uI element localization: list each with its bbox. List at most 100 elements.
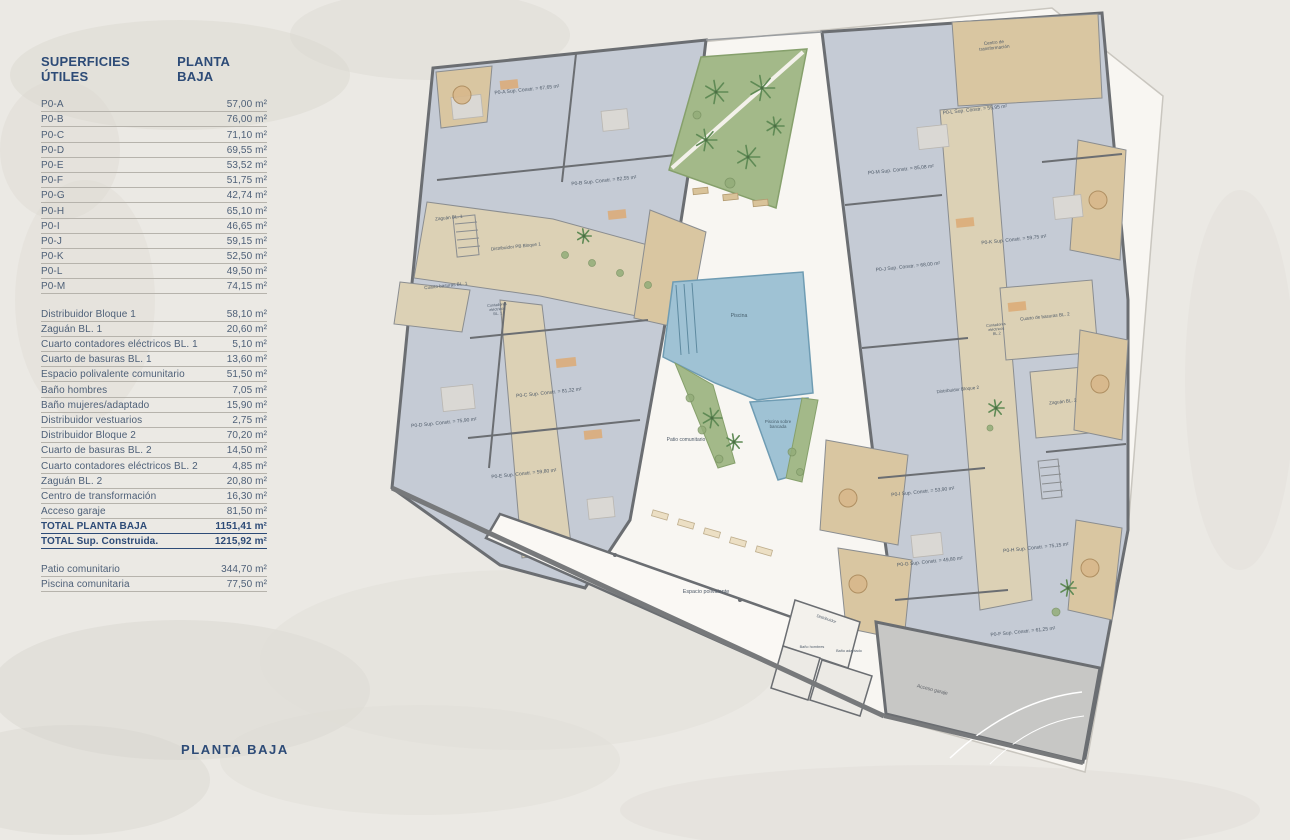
bush-icon: [987, 425, 993, 431]
legend-row-label: P0-F: [41, 175, 63, 186]
legend-row-value: 81,50 m²: [227, 506, 267, 517]
legend-row-value: 59,15 m²: [227, 236, 267, 247]
legend-row-value: 49,50 m²: [227, 266, 267, 277]
legend-row-label: Baño mujeres/adaptado: [41, 400, 149, 411]
legend-row: P0-H 65,10 m²: [41, 203, 267, 218]
legend-row-label: Zaguán BL. 1: [41, 324, 102, 335]
legend-row: P0-K 52,50 m²: [41, 249, 267, 264]
legend-row-value: 4,85 m²: [232, 461, 267, 472]
legend-row-value: 58,10 m²: [227, 309, 267, 320]
legend-row-label: P0-J: [41, 236, 62, 247]
legend-row: Acceso garaje 81,50 m²: [41, 504, 267, 519]
legend-row: Cuarto contadores eléctricos BL. 2 4,85 …: [41, 458, 267, 473]
legend-row-label: Patio comunitario: [41, 564, 120, 575]
legend-row: Patio comunitario 344,70 m²: [41, 561, 267, 576]
legend-row-value: 42,74 m²: [227, 190, 267, 201]
bush-icon: [693, 111, 701, 119]
legend-row-value: 13,60 m²: [227, 354, 267, 365]
legend-row: P0-B 76,00 m²: [41, 112, 267, 127]
plan-label: Patio comunitario: [667, 437, 706, 443]
legend-row-value: 53,52 m²: [227, 160, 267, 171]
legend-row-value: 74,15 m²: [227, 281, 267, 292]
legend-row-label: Distribuidor vestuarios: [41, 415, 142, 426]
bush-icon: [589, 260, 596, 267]
plan-label: Baño adaptado: [836, 649, 862, 653]
legend-row-label: Piscina comunitaria: [41, 579, 130, 590]
legend-row: P0-L 49,50 m²: [41, 264, 267, 279]
legend-row: Cuarto de basuras BL. 2 14,50 m²: [41, 443, 267, 458]
legend-row: P0-E 53,52 m²: [41, 158, 267, 173]
legend-outdoor-section: Patio comunitario 344,70 m² Piscina comu…: [41, 561, 267, 591]
bush-icon: [725, 178, 735, 188]
legend-row: Piscina comunitaria 77,50 m²: [41, 577, 267, 592]
legend-row: P0-J 59,15 m²: [41, 234, 267, 249]
legend-row-label: Acceso garaje: [41, 506, 106, 517]
legend-row-value: 344,70 m²: [221, 564, 267, 575]
legend-row-label: P0-B: [41, 114, 64, 125]
legend-row: Espacio polivalente comunitario 51,50 m²: [41, 367, 267, 382]
legend-row-value: 7,05 m²: [232, 385, 267, 396]
legend-row: Baño mujeres/adaptado 15,90 m²: [41, 398, 267, 413]
legend-total-label: TOTAL Sup. Construida.: [41, 536, 158, 547]
plan-label: Piscina: [731, 313, 748, 319]
page-title: PLANTA BAJA: [181, 742, 289, 757]
legend-total-label: TOTAL PLANTA BAJA: [41, 521, 147, 532]
legend-row-value: 77,50 m²: [227, 579, 267, 590]
legend-total-value: 1151,41 m²: [215, 521, 267, 532]
legend-row-value: 52,50 m²: [227, 251, 267, 262]
legend-row-label: Zaguán BL. 2: [41, 476, 102, 487]
legend-row: Zaguán BL. 1 20,60 m²: [41, 322, 267, 337]
plan-label: Baño hombres: [800, 645, 825, 649]
legend-row-label: Cuarto contadores eléctricos BL. 1: [41, 339, 198, 350]
legend-row-value: 70,20 m²: [227, 430, 267, 441]
legend-row-label: Centro de transformación: [41, 491, 156, 502]
legend-header: SUPERFICIES ÚTILES PLANTA BAJA: [41, 54, 267, 84]
legend-row-value: 15,90 m²: [227, 400, 267, 411]
legend-row-label: Espacio polivalente comunitario: [41, 369, 185, 380]
legend-row-label: P0-G: [41, 190, 65, 201]
bush-icon: [1052, 608, 1060, 616]
bush-icon: [645, 282, 652, 289]
legend-row-value: 76,00 m²: [227, 114, 267, 125]
legend-row-label: P0-M: [41, 281, 65, 292]
legend-row-value: 46,65 m²: [227, 221, 267, 232]
legend-row: P0-F 51,75 m²: [41, 173, 267, 188]
legend-row-value: 2,75 m²: [232, 415, 267, 426]
legend-row-label: Cuarto contadores eléctricos BL. 2: [41, 461, 198, 472]
legend-row-label: P0-A: [41, 99, 64, 110]
legend-row-label: Cuarto de basuras BL. 2: [41, 445, 152, 456]
bush-icon: [698, 426, 706, 434]
legend-row-label: P0-D: [41, 145, 64, 156]
legend-row-value: 16,30 m²: [227, 491, 267, 502]
legend-row: P0-M 74,15 m²: [41, 279, 267, 294]
legend-row-label: P0-I: [41, 221, 60, 232]
legend-row-value: 71,10 m²: [227, 130, 267, 141]
legend-row-label: P0-K: [41, 251, 64, 262]
legend-floor-title: PLANTA BAJA: [177, 54, 267, 84]
legend-row-label: Baño hombres: [41, 385, 107, 396]
legend-total-row: TOTAL PLANTA BAJA 1151,41 m²: [41, 519, 267, 534]
legend-row-label: P0-H: [41, 206, 64, 217]
legend-row-label: P0-L: [41, 266, 63, 277]
legend-row: Baño hombres 7,05 m²: [41, 382, 267, 397]
legend-row: Cuarto de basuras BL. 1 13,60 m²: [41, 352, 267, 367]
legend-row-value: 69,55 m²: [227, 145, 267, 156]
bush-icon: [715, 455, 723, 463]
legend-row: P0-D 69,55 m²: [41, 143, 267, 158]
bush-icon: [562, 252, 569, 259]
legend-row-value: 20,60 m²: [227, 324, 267, 335]
legend-panel: SUPERFICIES ÚTILES PLANTA BAJA P0-A 57,0…: [41, 54, 267, 592]
legend-row: P0-A 57,00 m²: [41, 97, 267, 112]
legend-row: Distribuidor Bloque 2 70,20 m²: [41, 428, 267, 443]
legend-row-value: 57,00 m²: [227, 99, 267, 110]
legend-row-value: 5,10 m²: [232, 339, 267, 350]
bush-icon: [686, 394, 694, 402]
legend-row-value: 20,80 m²: [227, 476, 267, 487]
legend-total-value: 1215,92 m²: [215, 536, 267, 547]
legend-row: Zaguán BL. 2 20,80 m²: [41, 474, 267, 489]
legend-row-value: 65,10 m²: [227, 206, 267, 217]
legend-row: Distribuidor Bloque 1 58,10 m²: [41, 306, 267, 321]
legend-row: Distribuidor vestuarios 2,75 m²: [41, 413, 267, 428]
legend-row-label: P0-E: [41, 160, 64, 171]
legend-totals-section: TOTAL PLANTA BAJA 1151,41 m² TOTAL Sup. …: [41, 519, 267, 549]
